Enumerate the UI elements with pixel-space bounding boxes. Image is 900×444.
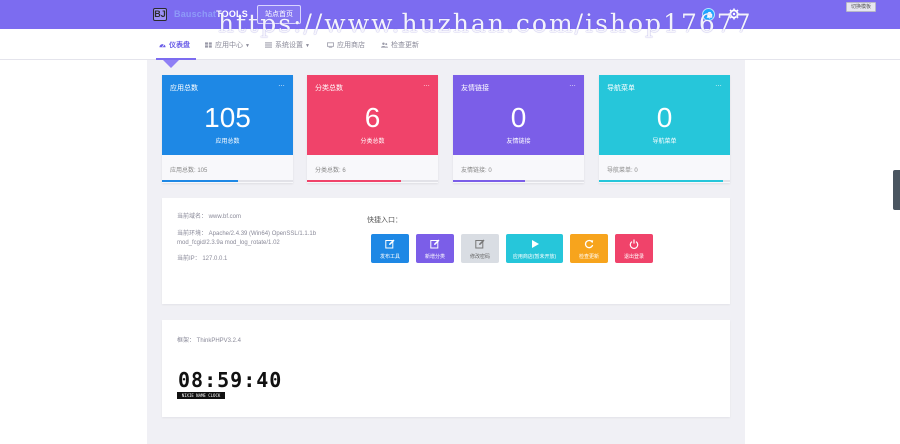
stat-card-footer: 导航菜单: 0 [607, 168, 638, 174]
stat-card-value: 6 [364, 102, 381, 133]
stat-card-header: 分类总数 … 6 分类总数 [307, 75, 438, 155]
stat-card-categories[interactable]: 分类总数 … 6 分类总数 分类总数: 6 [307, 75, 438, 183]
gear-icon[interactable] [728, 8, 740, 20]
progress-fill [307, 180, 402, 182]
chevron-down-icon: ▼ [305, 43, 310, 49]
edit-icon [475, 239, 485, 249]
stat-card-progress [307, 180, 438, 182]
logo-icon[interactable]: BJ [153, 8, 167, 21]
power-icon [629, 239, 639, 249]
users-icon [381, 42, 388, 48]
stat-card-progress [162, 180, 293, 182]
list-icon [265, 42, 272, 48]
side-scroll-tab[interactable] [893, 170, 900, 210]
framework-text: 框架： ThinkPHPV3.2.4 [177, 338, 242, 344]
stat-card-progress [599, 180, 730, 182]
quick-entry-title: 快捷入口： [367, 217, 402, 224]
monitor-icon [327, 42, 334, 48]
nav-item-system-settings[interactable]: 系统设置 ▼ [265, 40, 310, 50]
progress-fill [162, 180, 238, 182]
quick-button-label: 应用商店(暂未开放) [512, 254, 557, 260]
top-bar: BJ BauschatTOOLS 站点首页 切换模板 [0, 0, 900, 29]
nav-item-dashboard[interactable]: 仪表盘 [159, 40, 190, 50]
more-icon[interactable]: … [715, 81, 722, 88]
stat-card-value: 105 [204, 102, 251, 133]
stat-card-label: 分类总数 [315, 85, 343, 92]
stat-card-menus[interactable]: 导航菜单 … 0 导航菜单 导航菜单: 0 [599, 75, 730, 183]
stat-card-header: 应用总数 … 105 应用总数 [162, 75, 293, 155]
clock-caption: NIXIE NAME CLOCK [177, 392, 225, 399]
nav-item-label: 应用商店 [337, 42, 365, 49]
main-nav: 仪表盘 应用中心 ▼ 系统设置 ▼ 应用商店 检查更新 [0, 29, 900, 60]
stat-card-sublabel: 分类总数 [360, 139, 385, 145]
stat-card-label: 导航菜单 [607, 85, 635, 92]
environment-text-line2: mod_fcgid/2.3.9a mod_log_rotate/1.02 [177, 240, 280, 246]
stat-card-label: 应用总数 [170, 85, 198, 92]
dashboard-icon [159, 44, 166, 48]
nav-item-label: 检查更新 [391, 42, 419, 49]
nav-item-label: 系统设置 [275, 42, 303, 49]
change-password-button[interactable]: 修改密码 [461, 234, 499, 263]
stat-card-sublabel: 导航菜单 [652, 139, 677, 145]
nav-item-check-update[interactable]: 检查更新 [381, 40, 419, 50]
quick-button-label: 新增分类 [424, 254, 445, 260]
logo-text[interactable]: BauschatTOOLS [174, 9, 248, 19]
add-category-button[interactable]: 新增分类 [416, 234, 454, 263]
chevron-down-icon: ▼ [245, 43, 250, 49]
stat-card-progress [453, 180, 584, 182]
nav-item-label: 应用中心 [215, 42, 243, 49]
quick-button-label: 检查更新 [578, 254, 599, 260]
server-info-panel: 当前域名： www.bf.com 当前环境： Apache/2.4.39 (Wi… [162, 198, 730, 304]
quick-button-label: 退出登录 [623, 254, 644, 260]
environment-text-line1: 当前环境： Apache/2.4.39 (Win64) OpenSSL/1.1.… [177, 231, 317, 237]
stat-card-value: 0 [656, 102, 673, 133]
stat-card-apps[interactable]: 应用总数 … 105 应用总数 应用总数: 105 [162, 75, 293, 183]
notification-bell-icon[interactable] [702, 8, 715, 21]
current-ip-text: 当前IP： 127.0.0.1 [177, 256, 228, 262]
switch-template-button[interactable]: 切换模板 [846, 2, 876, 12]
publish-tool-button[interactable]: 发布工具 [371, 234, 409, 263]
more-icon[interactable]: … [423, 81, 430, 88]
stat-card-header: 导航菜单 … 0 导航菜单 [599, 75, 730, 155]
play-icon [531, 240, 539, 248]
stat-card-sublabel: 友情链接 [506, 139, 531, 145]
more-icon[interactable]: … [569, 81, 576, 88]
app-store-button[interactable]: 应用商店(暂未开放) [506, 234, 563, 263]
edit-icon [430, 239, 440, 249]
site-home-button[interactable]: 站点首页 [257, 5, 301, 24]
more-icon[interactable]: … [278, 81, 285, 88]
progress-fill [599, 180, 724, 182]
logout-button[interactable]: 退出登录 [615, 234, 653, 263]
quick-button-label: 修改密码 [469, 254, 490, 260]
stat-card-sublabel: 应用总数 [215, 139, 240, 145]
nav-item-label: 仪表盘 [169, 42, 190, 49]
stat-card-header: 友情链接 … 0 友情链接 [453, 75, 584, 155]
edit-icon [385, 239, 395, 249]
quick-button-label: 发布工具 [379, 254, 400, 260]
refresh-icon [584, 239, 594, 249]
nav-item-app-center[interactable]: 应用中心 ▼ [205, 40, 250, 50]
stat-card-value: 0 [510, 102, 527, 133]
framework-panel: 框架： ThinkPHPV3.2.4 08:59:40 NIXIE NAME C… [162, 320, 730, 417]
logo-faint-text: Bauschat [174, 9, 217, 19]
nav-item-app-store[interactable]: 应用商店 [327, 40, 365, 50]
stat-card-footer: 应用总数: 105 [170, 168, 208, 174]
stat-card-footer: 分类总数: 6 [315, 168, 346, 174]
logo-strong-text: TOOLS [216, 9, 248, 19]
current-domain-text: 当前域名： www.bf.com [177, 214, 242, 220]
digital-clock: 08:59:40 [178, 368, 283, 392]
grid-icon [205, 42, 212, 48]
check-update-button[interactable]: 检查更新 [570, 234, 608, 263]
progress-fill [453, 180, 526, 182]
stat-card-label: 友情链接 [461, 85, 489, 92]
stat-card-footer: 友情链接: 0 [461, 168, 492, 174]
stat-card-links[interactable]: 友情链接 … 0 友情链接 友情链接: 0 [453, 75, 584, 183]
